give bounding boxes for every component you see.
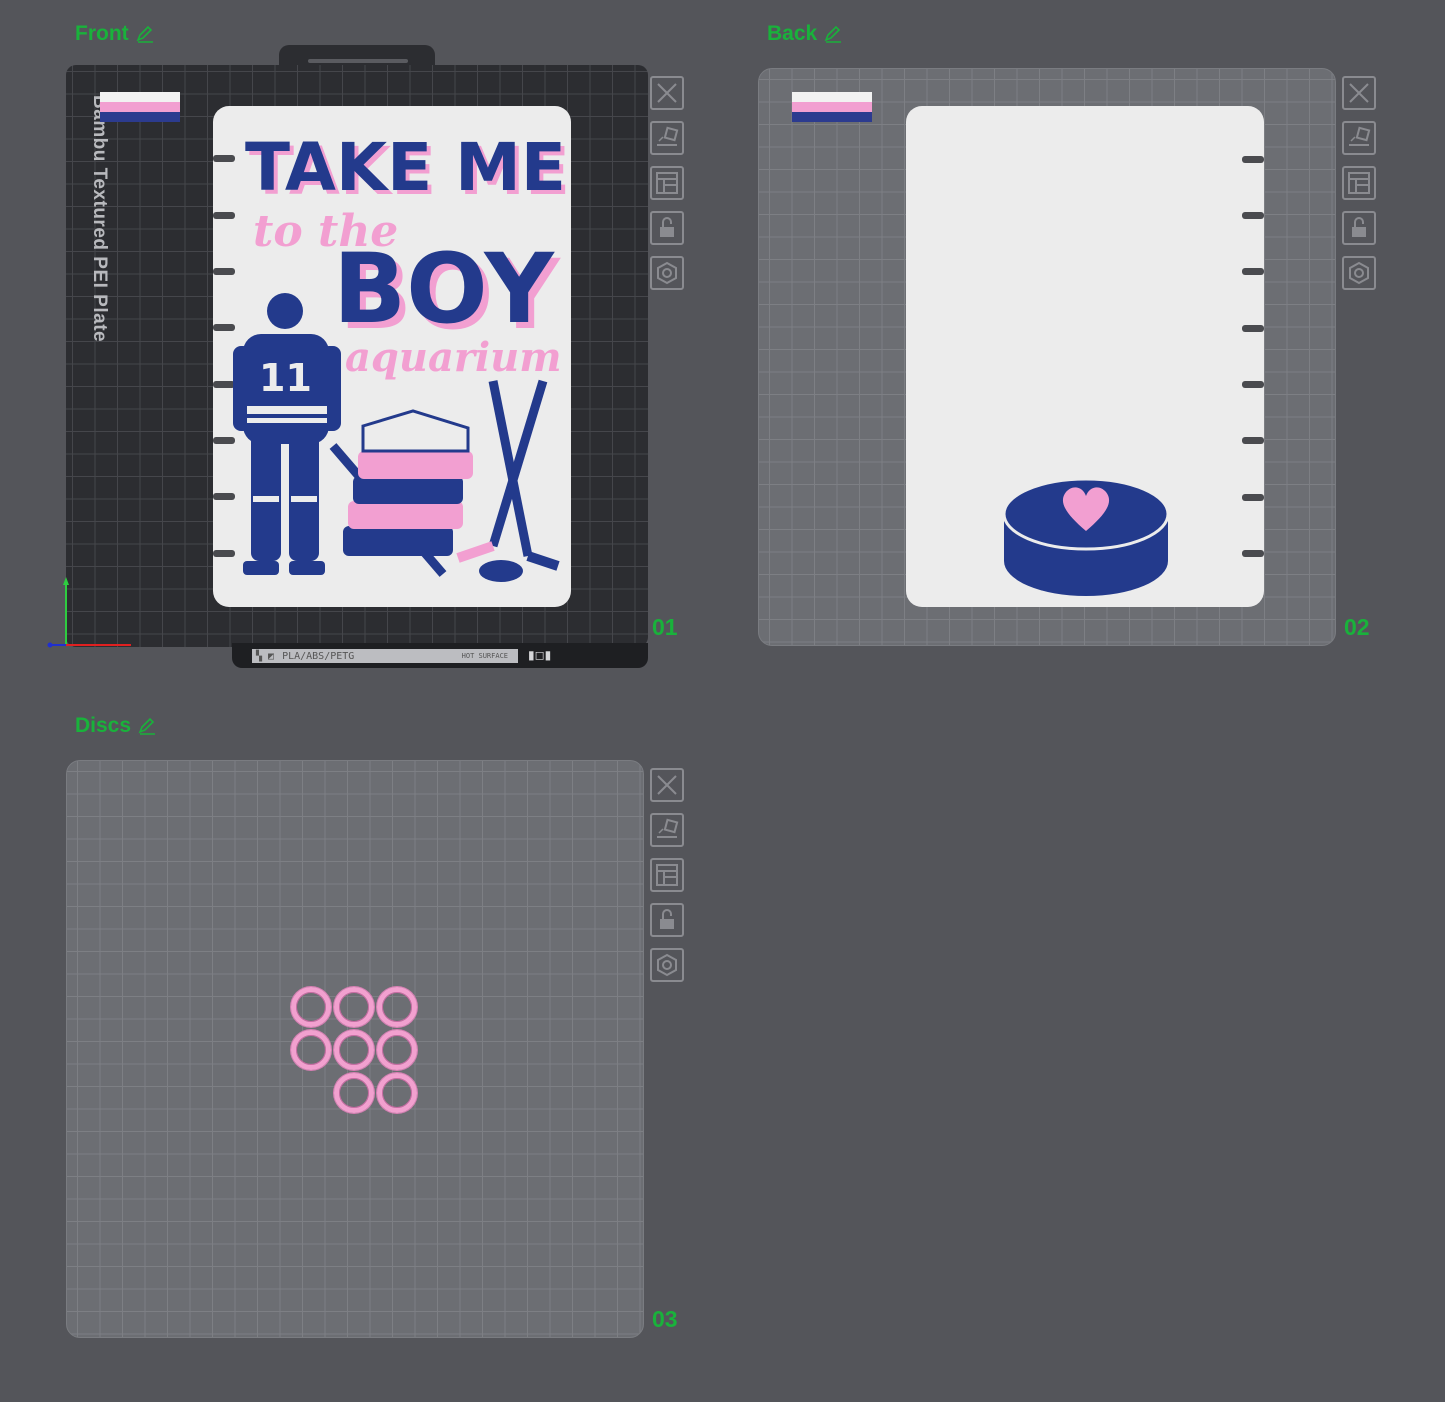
plate-type-label: Bambu Textured PEI Plate xyxy=(89,95,110,343)
settings-button[interactable] xyxy=(650,256,684,290)
auto-orient-button[interactable] xyxy=(1342,121,1376,155)
filament-swatch xyxy=(792,92,872,122)
auto-orient-icon xyxy=(657,818,679,838)
disc[interactable] xyxy=(377,1030,417,1070)
auto-orient-button[interactable] xyxy=(650,813,684,847)
auto-orient-icon xyxy=(657,126,679,146)
lock-button[interactable] xyxy=(650,903,684,937)
disc[interactable] xyxy=(377,1073,417,1113)
art-line3: BOY xyxy=(333,233,555,345)
close-button[interactable] xyxy=(650,76,684,110)
close-icon xyxy=(657,775,677,795)
plate-number-discs: 03 xyxy=(652,1306,678,1332)
settings-icon xyxy=(657,261,677,285)
plate-tab-slot xyxy=(308,59,408,63)
front-artwork: 11 TAKE ME TAKE ME to the BOY BOY aquari… xyxy=(213,129,570,582)
plate-number-front: 01 xyxy=(652,614,678,640)
front-card[interactable]: 11 TAKE ME TAKE ME to the BOY BOY aquari… xyxy=(213,106,571,607)
axis-gizmo xyxy=(47,577,131,648)
disc[interactable] xyxy=(334,1030,374,1070)
arrange-icon xyxy=(656,172,678,194)
auto-orient-button[interactable] xyxy=(650,121,684,155)
lock-icon xyxy=(660,909,674,929)
disc[interactable] xyxy=(334,987,374,1027)
art-line4: aquarium xyxy=(345,334,562,381)
plate-number-back: 02 xyxy=(1344,614,1370,640)
plate-strip-icons: ▮◻▮ xyxy=(528,648,552,662)
lock-icon xyxy=(660,217,674,237)
arrange-button[interactable] xyxy=(650,166,684,200)
hot-surface-text: HOT SURFACE xyxy=(461,652,508,660)
lock-button[interactable] xyxy=(1342,211,1376,245)
plate-title-back[interactable]: Back xyxy=(767,22,843,46)
arrange-button[interactable] xyxy=(650,858,684,892)
settings-button[interactable] xyxy=(1342,256,1376,290)
close-icon xyxy=(1349,83,1369,103)
settings-button[interactable] xyxy=(650,948,684,982)
plate-title-discs[interactable]: Discs xyxy=(75,714,157,738)
art-line1: TAKE ME xyxy=(245,129,566,206)
material-text: PLA/ABS/PETG xyxy=(282,650,355,662)
disc[interactable] xyxy=(291,1030,331,1070)
plate-material-label: ▚ ◩ PLA/ABS/PETG HOT SURFACE xyxy=(252,649,518,663)
edit-icon[interactable] xyxy=(135,24,155,44)
plate-tools-front xyxy=(650,76,684,290)
disc[interactable] xyxy=(334,1073,374,1113)
puck-heart xyxy=(1002,477,1170,596)
plate-name: Back xyxy=(767,22,818,45)
books xyxy=(343,409,473,556)
settings-icon xyxy=(1349,261,1369,285)
arrange-icon xyxy=(656,864,678,886)
settings-icon xyxy=(657,953,677,977)
plate-front[interactable]: ▚ ◩ PLA/ABS/PETG HOT SURFACE ▮◻▮ Bambu T… xyxy=(47,45,648,668)
close-icon xyxy=(657,83,677,103)
filament-swatch xyxy=(100,92,180,122)
edit-icon[interactable] xyxy=(823,24,843,44)
plate-tools-discs xyxy=(650,768,684,982)
back-artwork xyxy=(1002,156,1264,596)
plate-title-front[interactable]: Front xyxy=(75,22,155,46)
close-button[interactable] xyxy=(650,768,684,802)
edit-icon[interactable] xyxy=(137,716,157,736)
back-card[interactable] xyxy=(906,106,1264,607)
close-button[interactable] xyxy=(1342,76,1376,110)
plate-name: Front xyxy=(75,22,129,45)
disc[interactable] xyxy=(291,987,331,1027)
lock-button[interactable] xyxy=(650,211,684,245)
arrange-icon xyxy=(1348,172,1370,194)
plate-tools-back xyxy=(1342,76,1376,290)
arrange-button[interactable] xyxy=(1342,166,1376,200)
jersey-number: 11 xyxy=(259,356,312,400)
plate-name: Discs xyxy=(75,714,132,737)
lock-icon xyxy=(1352,217,1366,237)
auto-orient-icon xyxy=(1349,126,1371,146)
disc[interactable] xyxy=(377,987,417,1027)
